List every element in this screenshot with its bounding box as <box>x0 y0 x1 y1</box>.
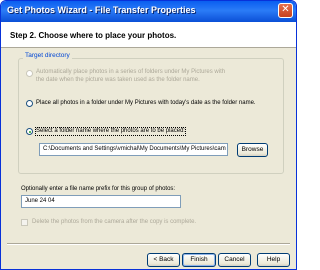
radio-select-folder[interactable] <box>26 128 33 135</box>
radio-auto-date-folders-label-line1: Automatically place photos in a series o… <box>36 69 226 75</box>
window-title: Get Photos Wizard - File Transfer Proper… <box>7 5 196 15</box>
delete-after-copy-checkbox[interactable] <box>21 219 28 226</box>
close-button[interactable]: ✕ <box>278 3 293 18</box>
prefix-input[interactable]: June 24 04 <box>21 195 181 208</box>
radio-selected-dot <box>28 130 31 133</box>
radio-select-folder-label: Select a folder name where the photos ar… <box>34 127 187 136</box>
back-button[interactable]: < Back <box>147 253 180 267</box>
target-directory-label: Target directory <box>23 52 72 59</box>
footer-separator <box>7 243 290 245</box>
cancel-button[interactable]: Cancel <box>218 253 251 267</box>
folder-path-input[interactable]: C:\Documents and Settings\vmichal\My Doc… <box>39 143 228 156</box>
finish-button[interactable]: Finish <box>182 253 216 267</box>
title-bar[interactable]: Get Photos Wizard - File Transfer Proper… <box>1 1 296 22</box>
radio-auto-date-folders[interactable] <box>26 70 33 77</box>
help-button[interactable]: Help <box>257 253 290 267</box>
radio-today-date-folder[interactable] <box>26 100 33 107</box>
radio-today-date-folder-label: Place all photos in a folder under My Pi… <box>36 100 256 106</box>
browse-button[interactable]: Browse <box>237 143 268 157</box>
step-title: Step 2. Choose where to place your photo… <box>10 31 177 40</box>
radio-auto-date-folders-label-line2: the date when the picture was taken used… <box>36 77 200 83</box>
prefix-label: Optionally enter a file name prefix for … <box>21 186 176 192</box>
wizard-header: Step 2. Choose where to place your photo… <box>1 22 296 48</box>
delete-after-copy-label: Delete the photos from the camera after … <box>32 219 197 225</box>
wizard-window: Get Photos Wizard - File Transfer Proper… <box>0 0 297 270</box>
close-icon: ✕ <box>281 4 290 15</box>
